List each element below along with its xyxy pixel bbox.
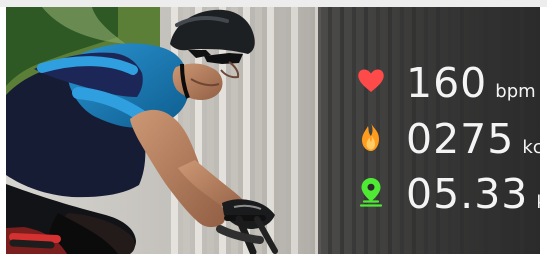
distance-stat: 05.33 km bbox=[354, 170, 540, 218]
calories-stat: 0275 kcal bbox=[354, 115, 540, 163]
fire-icon bbox=[354, 115, 388, 159]
screenshot-frame: 160 bpm 0275 kcal bbox=[0, 0, 547, 254]
location-pin-icon bbox=[354, 170, 388, 214]
fitness-stats: 160 bpm 0275 kcal bbox=[354, 59, 540, 219]
distance-unit: km bbox=[536, 194, 540, 212]
cycling-scene: 160 bpm 0275 kcal bbox=[6, 7, 540, 254]
heart-rate-value: 160 bbox=[406, 59, 488, 107]
distance-value: 05.33 bbox=[406, 170, 529, 218]
heart-rate-stat: 160 bpm bbox=[354, 59, 540, 107]
heart-icon bbox=[354, 59, 388, 103]
heart-rate-unit: bpm bbox=[495, 81, 536, 102]
top-strip bbox=[0, 0, 547, 7]
calories-unit: kcal bbox=[522, 137, 540, 158]
calories-value: 0275 bbox=[406, 115, 515, 163]
